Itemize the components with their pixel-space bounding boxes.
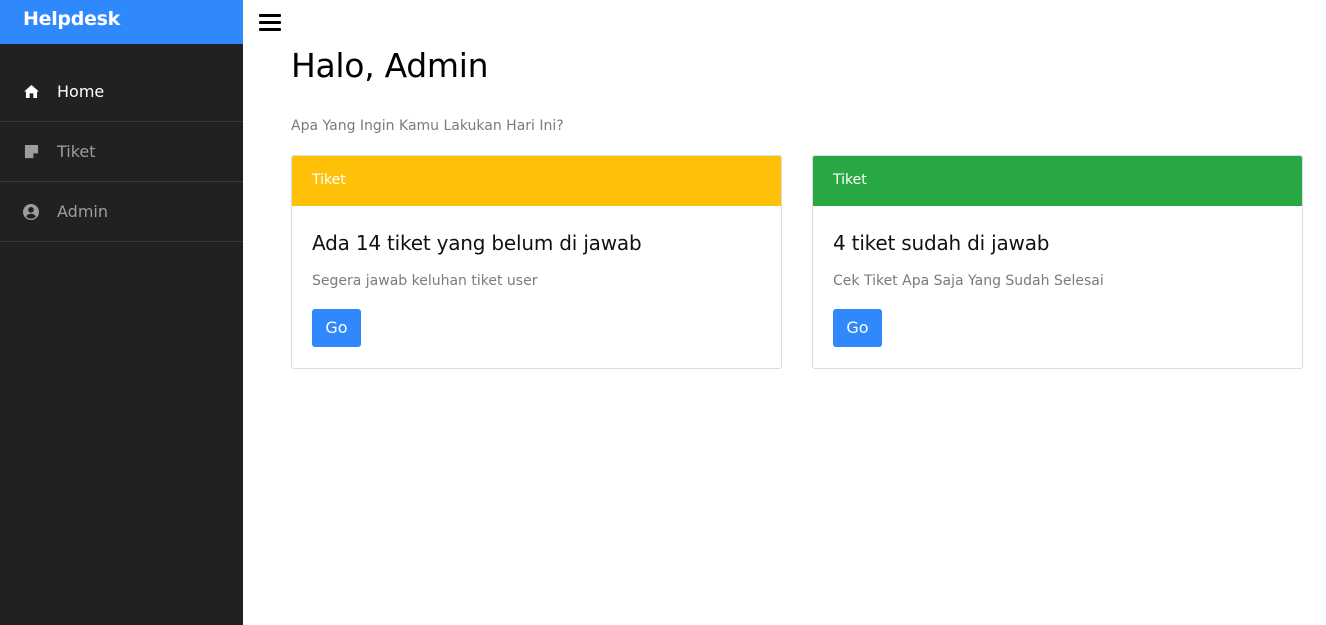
card-header: Tiket xyxy=(292,156,781,206)
card-header: Tiket xyxy=(813,156,1302,206)
user-circle-icon xyxy=(22,203,40,221)
sticky-note-icon xyxy=(22,143,40,161)
home-icon xyxy=(22,83,40,101)
page-subtitle: Apa Yang Ingin Kamu Lakukan Hari Ini? xyxy=(291,118,564,134)
card-text: Cek Tiket Apa Saja Yang Sudah Selesai xyxy=(833,273,1104,289)
sidebar-item-tiket[interactable]: Tiket xyxy=(0,122,243,182)
sidebar-item-label: Admin xyxy=(57,202,108,221)
sidebar: Helpdesk Home Tiket Admin xyxy=(0,0,243,625)
sidebar-item-home[interactable]: Home xyxy=(0,62,243,122)
card-text: Segera jawab keluhan tiket user xyxy=(312,273,538,289)
go-button[interactable]: Go xyxy=(312,309,361,347)
card-title: 4 tiket sudah di jawab xyxy=(833,231,1050,255)
go-button[interactable]: Go xyxy=(833,309,882,347)
sidebar-nav: Home Tiket Admin xyxy=(0,62,243,242)
sidebar-item-label: Home xyxy=(57,82,105,101)
card-answered-tickets: Tiket 4 tiket sudah di jawab Cek Tiket A… xyxy=(812,155,1303,369)
card-body: 4 tiket sudah di jawab Cek Tiket Apa Saj… xyxy=(813,231,1302,347)
brand-logo[interactable]: Helpdesk xyxy=(0,0,243,44)
sidebar-item-label: Tiket xyxy=(57,142,96,161)
card-body: Ada 14 tiket yang belum di jawab Segera … xyxy=(292,231,781,347)
sidebar-item-admin[interactable]: Admin xyxy=(0,182,243,242)
page-title: Halo, Admin xyxy=(291,46,489,85)
card-unanswered-tickets: Tiket Ada 14 tiket yang belum di jawab S… xyxy=(291,155,782,369)
hamburger-icon[interactable] xyxy=(259,14,281,32)
card-title: Ada 14 tiket yang belum di jawab xyxy=(312,231,642,255)
main-content: Halo, Admin Apa Yang Ingin Kamu Lakukan … xyxy=(243,0,1326,625)
